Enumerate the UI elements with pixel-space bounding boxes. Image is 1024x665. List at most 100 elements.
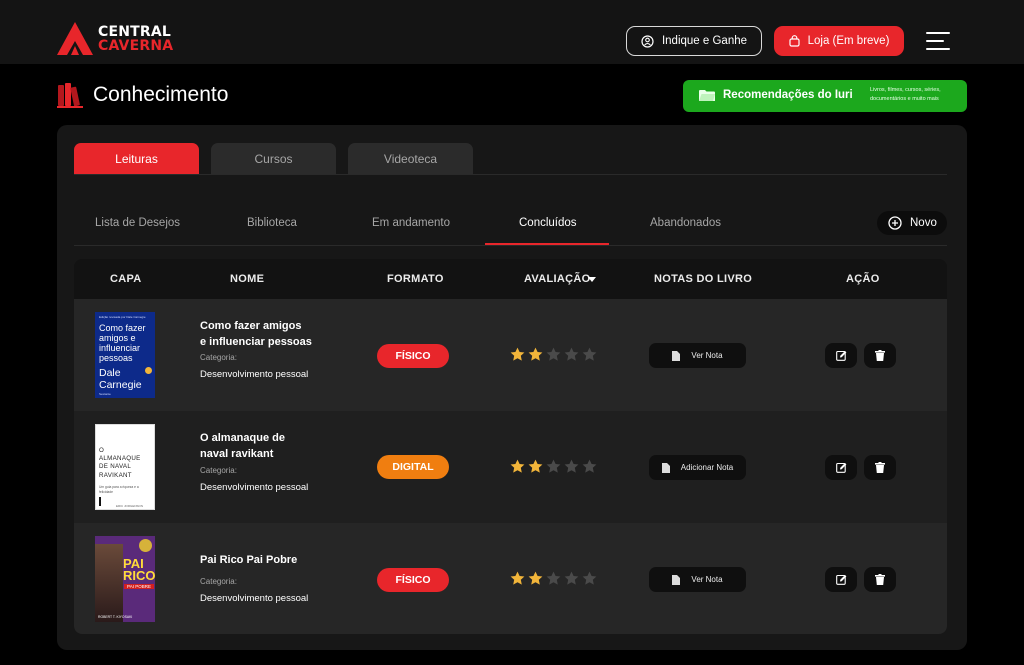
format-badge: FÍSICO [377, 344, 449, 368]
col-formato: FORMATO [387, 273, 444, 285]
cover-title: PAI RICO [123, 557, 155, 583]
nota-label: Ver Nota [691, 575, 723, 584]
book-cover-image[interactable]: O ALMANAQUE DE NAVAL RAVIKANT Um guia pa… [95, 424, 155, 510]
book-title: O almanaque de naval ravikant [200, 430, 350, 462]
cover-author-line1: Dale [99, 367, 121, 379]
book-title: Como fazer amigos e influenciar pessoas [200, 318, 350, 350]
folder-icon [699, 90, 715, 101]
col-notas: NOTAS DO LIVRO [654, 273, 753, 285]
ver-nota-button[interactable]: Ver Nota [649, 567, 746, 592]
subtab-em-andamento[interactable]: Em andamento [372, 217, 450, 229]
edit-button[interactable] [825, 343, 857, 368]
cover-top-text: Edição revisada por Dale Carnegie [99, 315, 146, 319]
col-avaliacao[interactable]: AVALIAÇÃO [524, 273, 590, 285]
table-row: PAI RICO PAI POBRE ROBERT T. KIYOSAKI Pa… [74, 523, 947, 634]
cover-title: O ALMANAQUE DE NAVAL RAVIKANT [99, 447, 141, 479]
indique-e-ganhe-button[interactable]: Indique e Ganhe [626, 26, 762, 56]
hamburger-menu-icon[interactable] [926, 32, 950, 50]
star-empty-icon[interactable] [564, 571, 579, 586]
delete-button[interactable] [864, 343, 896, 368]
star-filled-icon[interactable] [510, 571, 525, 586]
books-icon [57, 83, 83, 108]
tab-videoteca[interactable]: Videoteca [348, 143, 473, 174]
category-label: Categoria: [200, 353, 237, 362]
sort-caret-icon[interactable] [588, 277, 596, 282]
tabs-divider [74, 174, 947, 175]
star-filled-icon[interactable] [510, 347, 525, 362]
document-icon [672, 350, 681, 361]
subtab-abandonados[interactable]: Abandonados [650, 217, 721, 229]
star-empty-icon[interactable] [564, 347, 579, 362]
edit-button[interactable] [825, 455, 857, 480]
cover-title: Como fazer amigos e influenciar pessoas [99, 323, 146, 363]
delete-button[interactable] [864, 567, 896, 592]
format-badge: DIGITAL [377, 455, 449, 479]
star-empty-icon[interactable] [582, 347, 597, 362]
book-title: Pai Rico Pai Pobre [200, 554, 298, 566]
recomendacoes-button[interactable]: Recomendações do Iuri Livros, filmes, cu… [683, 80, 967, 112]
loja-button[interactable]: Loja (Em breve) [774, 26, 904, 56]
star-empty-icon[interactable] [546, 347, 561, 362]
edit-button[interactable] [825, 567, 857, 592]
star-filled-icon[interactable] [528, 347, 543, 362]
document-icon [672, 574, 681, 585]
cover-author: Dale Carnegie [99, 367, 142, 391]
nota-label: Adicionar Nota [680, 463, 734, 472]
delete-button[interactable] [864, 455, 896, 480]
book-cover-image[interactable]: PAI RICO PAI POBRE ROBERT T. KIYOSAKI [95, 536, 155, 622]
logo-line1: CENTRAL [98, 23, 172, 40]
cover-seal [139, 539, 152, 552]
star-empty-icon[interactable] [546, 571, 561, 586]
logo-text: CENTRAL CAVERNA [98, 25, 173, 53]
cover-subtitle: Um guia para a riqueza e a felicidade [99, 485, 139, 494]
adicionar-nota-button[interactable]: Adicionar Nota [649, 455, 746, 480]
book-cover-image[interactable]: Edição revisada por Dale Carnegie Como f… [95, 312, 155, 398]
star-empty-icon[interactable] [546, 459, 561, 474]
cover-author: ERIC JORGENSON [116, 504, 144, 508]
cover-seal [145, 367, 152, 374]
star-empty-icon[interactable] [582, 459, 597, 474]
logo[interactable]: CENTRAL CAVERNA [57, 22, 173, 55]
star-filled-icon[interactable] [510, 459, 525, 474]
star-empty-icon[interactable] [582, 571, 597, 586]
table-row: Edição revisada por Dale Carnegie Como f… [74, 299, 947, 411]
table-row: O ALMANAQUE DE NAVAL RAVIKANT Um guia pa… [74, 411, 947, 523]
edit-icon [835, 350, 846, 361]
col-capa: CAPA [110, 273, 142, 285]
star-filled-icon[interactable] [528, 459, 543, 474]
loja-label: Loja (Em breve) [807, 35, 890, 47]
category-value: Desenvolvimento pessoal [200, 482, 309, 493]
nota-label: Ver Nota [691, 351, 723, 360]
subtab-lista-de-desejos[interactable]: Lista de Desejos [95, 217, 180, 229]
cover-author: ROBERT T. KIYOSAKI [98, 615, 133, 619]
category-value: Desenvolvimento pessoal [200, 369, 309, 380]
ver-nota-button[interactable]: Ver Nota [649, 343, 746, 368]
tab-leituras[interactable]: Leituras [74, 143, 199, 174]
novo-button[interactable]: Novo [877, 211, 947, 235]
subtab-biblioteca[interactable]: Biblioteca [247, 217, 297, 229]
cover-title-line2: RICO [123, 568, 155, 583]
tab-cursos[interactable]: Cursos [211, 143, 336, 174]
trash-icon [875, 462, 885, 473]
recomendacoes-subtitle: Livros, filmes, cursos, séries, document… [870, 87, 941, 102]
col-nome: NOME [230, 273, 265, 285]
book-title-line1: Como fazer amigos [200, 320, 302, 332]
category-label: Categoria: [200, 466, 237, 475]
gift-user-icon [641, 34, 654, 48]
table-header: CAPA NOME FORMATO AVALIAÇÃO NOTAS DO LIV… [74, 259, 947, 299]
star-empty-icon[interactable] [564, 459, 579, 474]
star-filled-icon[interactable] [528, 571, 543, 586]
cover-portrait [95, 544, 123, 622]
trash-icon [875, 350, 885, 361]
logo-line2: CAVERNA [98, 37, 174, 54]
subtab-concluidos[interactable]: Concluídos [519, 217, 577, 229]
book-title-line1: O almanaque de [200, 432, 285, 444]
books-table: CAPA NOME FORMATO AVALIAÇÃO NOTAS DO LIV… [74, 259, 947, 634]
content-panel: Leituras Cursos Videoteca Lista de Desej… [57, 125, 967, 650]
book-title-line2: e influenciar pessoas [200, 336, 312, 348]
logo-mountain-icon [57, 22, 93, 55]
shopping-bag-icon [788, 35, 800, 47]
col-acao: AÇÃO [846, 273, 880, 285]
cover-publisher: Sextante [99, 392, 111, 396]
edit-icon [835, 462, 846, 473]
